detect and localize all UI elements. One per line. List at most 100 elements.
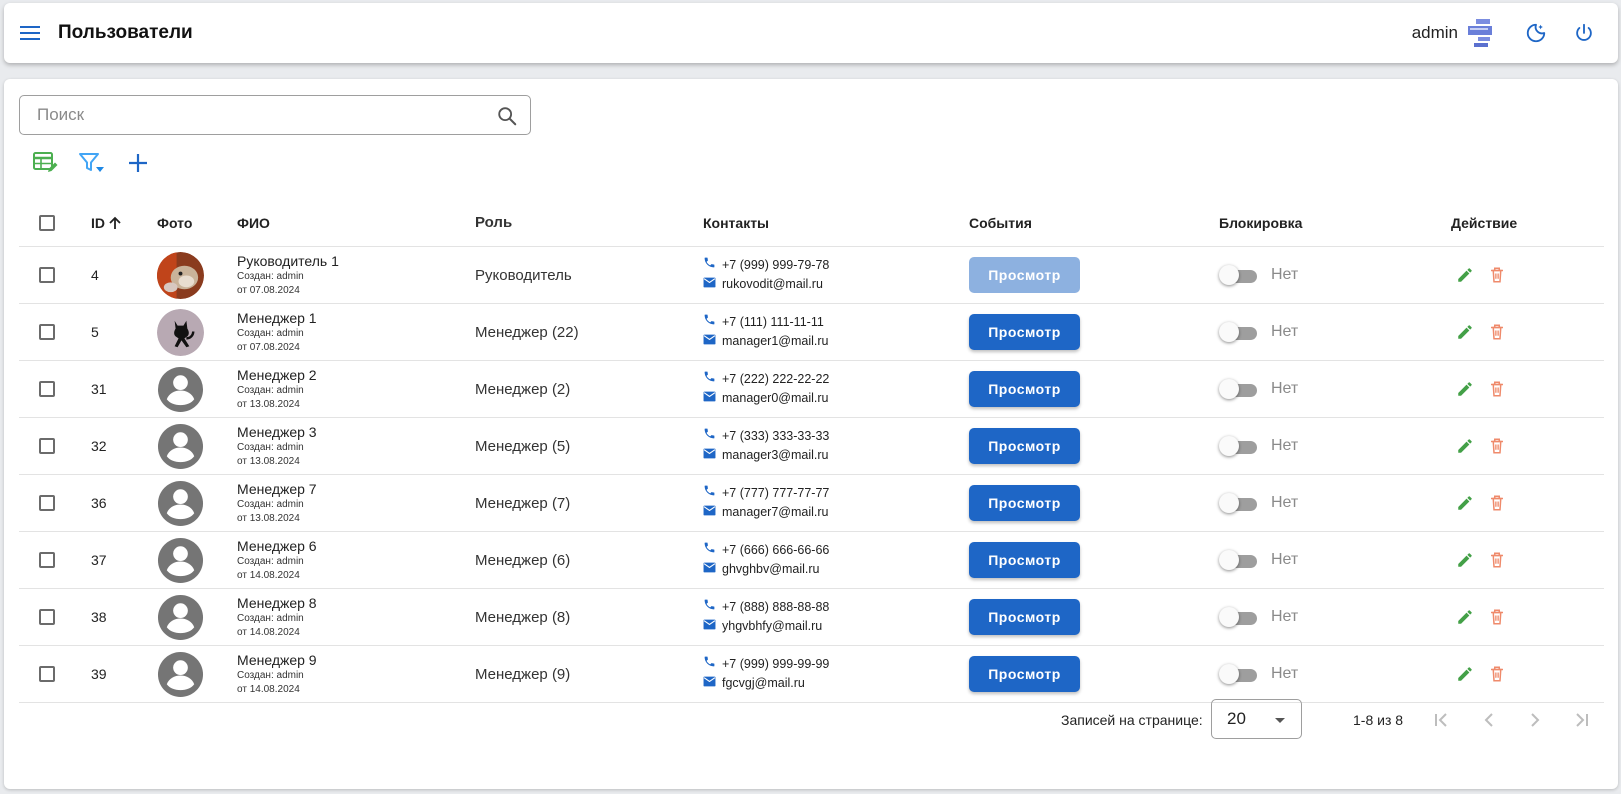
block-status: Нет [1271,494,1299,511]
user-photo [157,594,204,641]
user-full-name: Менеджер 1 [237,309,317,326]
user-phone: +7 (999) 999-99-99 [722,657,830,671]
edit-icon[interactable] [1451,489,1479,517]
created-by: Создан: admin [237,270,304,282]
row-checkbox[interactable] [39,324,55,340]
table-header-row: ID Фото ФИО Роль Контакты События Блокир… [19,199,1604,247]
delete-icon[interactable] [1483,603,1511,631]
user-photo [157,308,204,356]
search-input[interactable] [35,104,475,126]
block-toggle[interactable] [1219,322,1259,342]
created-date: от 14.08.2024 [237,626,300,638]
block-toggle[interactable] [1219,379,1259,399]
table-row: 4 Руководитель 1 Создан: admin от 07.08.202… [19,247,1604,304]
users-table: ID Фото ФИО Роль Контакты События Блокир… [19,199,1604,703]
row-checkbox[interactable] [39,495,55,511]
edit-icon[interactable] [1451,660,1479,688]
view-events-button[interactable]: Просмотр [969,428,1080,464]
column-header-id[interactable]: ID [91,199,123,246]
menu-icon[interactable] [18,21,42,45]
user-role: Менеджер (2) [475,380,571,398]
user-email: yhgvbhfy@mail.ru [722,619,823,633]
search-field[interactable] [19,95,531,135]
user-role: Менеджер (8) [475,608,571,626]
dropdown-arrow-icon [1275,718,1285,723]
edit-icon[interactable] [1451,546,1479,574]
prev-page-icon[interactable] [1476,707,1502,733]
user-role: Руководитель [475,266,572,284]
user-phone: +7 (111) 111-11-11 [722,315,824,329]
user-photo [157,651,204,698]
user-email: manager7@mail.ru [722,505,829,519]
user-phone: +7 (999) 999-79-78 [722,258,830,272]
user-photo [157,480,204,527]
column-header-name: ФИО [237,214,270,231]
next-page-icon[interactable] [1522,707,1548,733]
view-events-button: Просмотр [969,257,1080,293]
row-checkbox[interactable] [39,381,55,397]
created-date: от 07.08.2024 [237,284,300,296]
delete-icon[interactable] [1483,660,1511,688]
user-email: manager3@mail.ru [722,448,829,462]
search-icon[interactable] [496,105,518,127]
delete-icon[interactable] [1483,546,1511,574]
delete-icon[interactable] [1483,489,1511,517]
block-toggle[interactable] [1219,607,1259,627]
block-status: Нет [1271,551,1299,568]
user-id: 31 [91,381,107,397]
table-edit-icon[interactable] [26,147,66,179]
rows-per-page-value: 20 [1227,709,1246,728]
power-icon[interactable] [1564,13,1604,53]
row-checkbox[interactable] [39,666,55,682]
view-events-button[interactable]: Просмотр [969,656,1080,692]
block-toggle[interactable] [1219,493,1259,513]
column-header-block: Блокировка [1219,214,1303,231]
row-checkbox[interactable] [39,552,55,568]
edit-icon[interactable] [1451,375,1479,403]
edit-icon[interactable] [1451,261,1479,289]
view-events-button[interactable]: Просмотр [969,371,1080,407]
phone-icon [703,598,722,617]
filter-icon[interactable] [72,147,112,179]
rows-per-page-select[interactable]: 20 [1211,699,1302,739]
edit-icon[interactable] [1451,318,1479,346]
delete-icon[interactable] [1483,318,1511,346]
user-id: 32 [91,438,107,454]
table-row: 31 Менеджер 2 Создан: admin от 13.08.2024 Ме… [19,361,1604,418]
block-toggle[interactable] [1219,436,1259,456]
first-page-icon[interactable] [1429,707,1455,733]
block-toggle[interactable] [1219,664,1259,684]
created-date: от 14.08.2024 [237,683,300,695]
edit-icon[interactable] [1451,603,1479,631]
row-checkbox[interactable] [39,609,55,625]
add-icon[interactable] [118,147,158,179]
select-all-checkbox[interactable] [39,214,55,231]
edit-icon[interactable] [1451,432,1479,460]
user-phone: +7 (777) 777-77-77 [722,486,830,500]
user-id: 36 [91,495,107,511]
view-events-button[interactable]: Просмотр [969,542,1080,578]
table-row: 36 Менеджер 7 Создан: admin от 13.08.2024 Ме… [19,475,1604,532]
user-avatar[interactable] [1466,18,1494,48]
last-page-icon[interactable] [1568,707,1594,733]
block-toggle[interactable] [1219,550,1259,570]
phone-icon [703,541,722,560]
user-email: manager1@mail.ru [722,334,829,348]
mail-icon [703,617,722,636]
view-events-button[interactable]: Просмотр [969,485,1080,521]
view-events-button[interactable]: Просмотр [969,314,1080,350]
user-phone: +7 (333) 333-33-33 [722,429,830,443]
sort-arrow-up-icon [109,216,121,229]
block-status: Нет [1271,323,1299,340]
delete-icon[interactable] [1483,375,1511,403]
row-checkbox[interactable] [39,267,55,283]
view-events-button[interactable]: Просмотр [969,599,1080,635]
created-by: Создан: admin [237,384,304,396]
block-status: Нет [1271,437,1299,454]
delete-icon[interactable] [1483,432,1511,460]
column-header-events: События [969,214,1032,231]
row-checkbox[interactable] [39,438,55,454]
delete-icon[interactable] [1483,261,1511,289]
theme-toggle-icon[interactable] [1516,13,1556,53]
block-toggle[interactable] [1219,265,1259,285]
